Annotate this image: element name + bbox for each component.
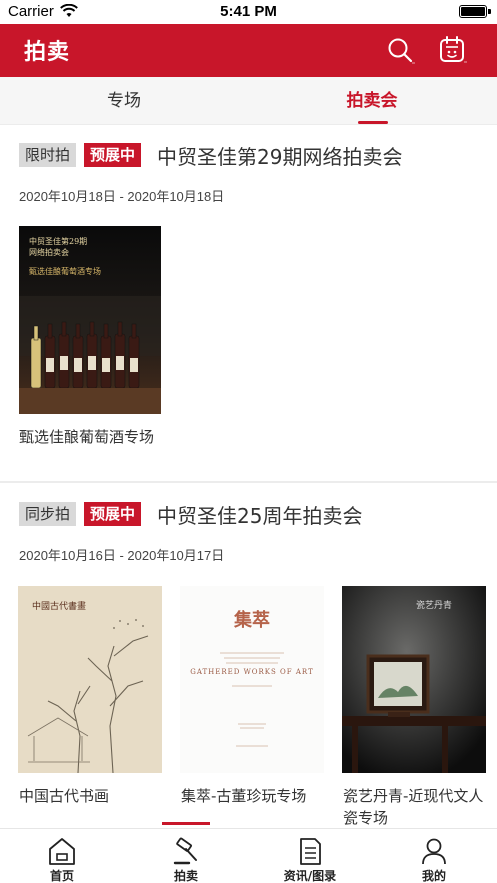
- cover-title-line2: 网络拍卖会: [29, 248, 69, 257]
- section-divider: [0, 481, 497, 483]
- auction-card[interactable]: 限时拍 预展中 中贸圣佳第29期网络拍卖会 2020年10月18日 - 2020…: [0, 126, 497, 483]
- cover-title-line2: GATHERED WORKS OF ART: [190, 668, 314, 676]
- nav-news-catalog[interactable]: 资讯/图录: [248, 829, 372, 883]
- session-title[interactable]: 中国古代书画: [19, 785, 164, 807]
- session-cover-image[interactable]: 中國古代書畫: [18, 586, 162, 773]
- calendar-icon[interactable]: [438, 35, 468, 65]
- nav-auction-label: 拍卖: [173, 869, 198, 883]
- porcelain-screen-illustration: [342, 586, 486, 773]
- session-cover-image[interactable]: 集萃 GATHERED WORKS OF ART: [180, 586, 324, 773]
- page-title: 拍卖: [24, 40, 71, 65]
- auction-card[interactable]: 同步拍 预展中 中贸圣佳25周年拍卖会 2020年10月16日 - 2020年1…: [0, 484, 497, 828]
- cover-title-line1: 瓷艺丹青: [416, 601, 453, 611]
- auction-date-range: 2020年10月16日 - 2020年10月17日: [19, 548, 225, 563]
- cover-title-line1: 集萃: [234, 610, 270, 631]
- cover-title-line3: 甄选佳酿葡萄酒专场: [29, 267, 101, 276]
- bottom-nav: 首页 拍卖 资讯/图录 我的: [0, 828, 497, 883]
- auction-title: 中贸圣佳第29期网络拍卖会: [157, 145, 403, 169]
- home-icon: [49, 838, 75, 865]
- auction-type-badge: 限时拍: [19, 143, 77, 167]
- auction-title: 中贸圣佳25周年拍卖会: [157, 504, 363, 528]
- auction-type-badge: 同步拍: [19, 502, 77, 526]
- session-title[interactable]: 甄选佳酿葡萄酒专场: [19, 426, 154, 448]
- auction-date-range: 2020年10月18日 - 2020年10月18日: [19, 189, 225, 204]
- search-icon[interactable]: [386, 36, 416, 66]
- nav-auction[interactable]: 拍卖: [124, 829, 248, 883]
- active-nav-indicator: [162, 822, 210, 825]
- gavel-icon: [173, 837, 197, 865]
- tab-auctions[interactable]: 拍卖会: [248, 77, 496, 125]
- app-header: 拍卖: [0, 24, 497, 77]
- nav-home[interactable]: 首页: [0, 829, 124, 883]
- nav-profile-label: 我的: [421, 869, 446, 883]
- cover-title-line1: 中贸圣佳第29期: [29, 237, 88, 246]
- session-title[interactable]: 瓷艺丹青-近现代文人瓷专场: [343, 785, 489, 829]
- tab-bar: 专场 拍卖会: [0, 77, 497, 125]
- nav-profile[interactable]: 我的: [372, 829, 496, 883]
- ink-painting-illustration: [18, 586, 162, 773]
- clock: 5:41 PM: [220, 3, 277, 20]
- nav-news-catalog-label: 资讯/图录: [283, 869, 337, 883]
- battery-tip: [488, 9, 491, 14]
- session-cover-image[interactable]: 中贸圣佳第29期 网络拍卖会 甄选佳酿葡萄酒专场: [19, 226, 161, 414]
- tab-special-sessions[interactable]: 专场: [0, 77, 248, 125]
- active-tab-indicator: [358, 121, 388, 124]
- nav-home-label: 首页: [49, 869, 74, 883]
- session-cover-image[interactable]: 瓷艺丹青: [342, 586, 486, 773]
- cover-title-line1: 中國古代書畫: [32, 602, 87, 612]
- document-icon: [300, 838, 321, 865]
- battery-icon: [459, 5, 487, 18]
- session-title[interactable]: 集萃-古董珍玩专场: [181, 785, 331, 807]
- status-badge: 预展中: [84, 143, 142, 167]
- person-icon: [422, 838, 446, 865]
- status-bar: Carrier 5:41 PM: [0, 0, 497, 24]
- status-badge: 预展中: [84, 502, 142, 526]
